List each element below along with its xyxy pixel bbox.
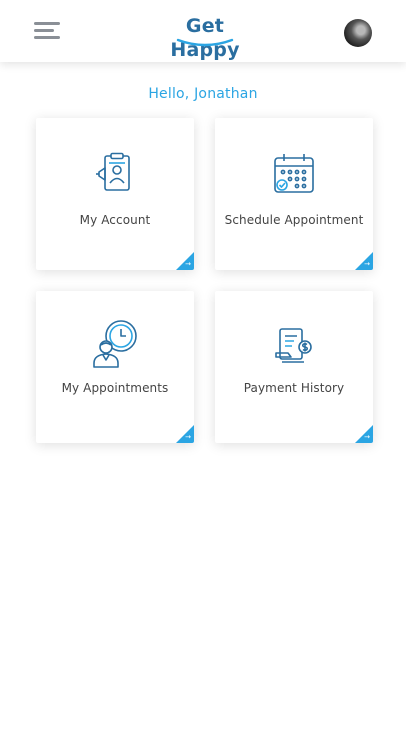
tile-payment-history[interactable]: Payment History →	[215, 291, 373, 443]
tile-label: My Account	[79, 213, 151, 227]
tile-label: Schedule Appointment	[224, 213, 364, 227]
tile-my-account[interactable]: My Account →	[36, 118, 194, 270]
arrow-right-icon: →	[185, 260, 191, 268]
tile-label: My Appointments	[61, 381, 169, 395]
arrow-right-icon: →	[364, 433, 370, 441]
receipt-dollar-icon	[275, 328, 312, 363]
tile-schedule-appointment[interactable]: Schedule Appointment →	[215, 118, 373, 270]
hamburger-menu-icon[interactable]	[34, 20, 64, 42]
account-id-card-icon	[96, 152, 130, 191]
app-logo: Get Happy	[150, 14, 260, 61]
tile-label: Payment History	[243, 381, 345, 395]
arrow-right-icon: →	[364, 260, 370, 268]
person-clock-icon	[93, 320, 137, 368]
smile-icon	[176, 38, 234, 47]
greeting-text: Hello, Jonathan	[148, 86, 258, 102]
calendar-check-icon	[274, 154, 314, 193]
arrow-right-icon: →	[185, 433, 191, 441]
tile-my-appointments[interactable]: My Appointments →	[36, 291, 194, 443]
user-avatar[interactable]	[344, 19, 372, 47]
app-header: Get Happy	[0, 0, 406, 62]
